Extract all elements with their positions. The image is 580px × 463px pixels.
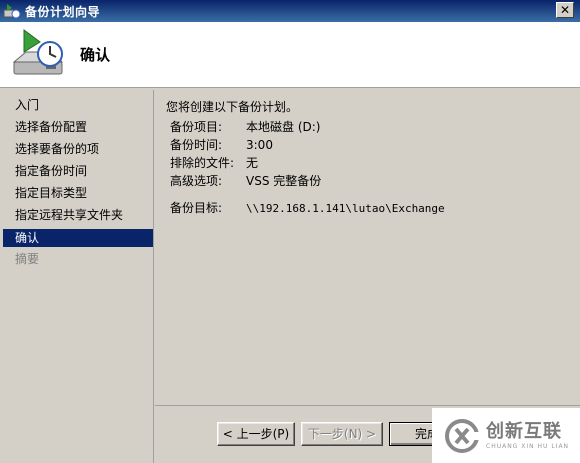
close-icon: ✕ — [559, 3, 571, 17]
confirmation-panel: 您将创建以下备份计划。 备份项目: 本地磁盘 (D:) 备份时间: 3:00 排除的… — [155, 90, 580, 406]
detail-row-excluded-files: 排除的文件: 无 — [170, 155, 258, 171]
detail-value: 3:00 — [246, 138, 273, 152]
detail-row-backup-time: 备份时间: 3:00 — [170, 137, 273, 153]
backup-drive-clock-icon — [10, 28, 66, 84]
step-summary: 摘要 — [15, 252, 40, 266]
watermark-subtext: CHUANG XIN HU LIAN — [486, 442, 570, 450]
title-bar: 备份计划向导 ✕ — [0, 0, 580, 22]
step-remote-shared-folder[interactable]: 指定远程共享文件夹 — [3, 206, 153, 224]
page-title: 确认 — [80, 46, 111, 64]
step-backup-time[interactable]: 指定备份时间 — [3, 162, 153, 180]
close-button[interactable]: ✕ — [556, 2, 574, 18]
watermark-text: 创新互联 — [486, 420, 562, 442]
brand-logo-icon — [444, 418, 480, 454]
detail-label: 备份项目: — [170, 120, 223, 134]
step-select-items[interactable]: 选择要备份的项 — [3, 140, 153, 158]
detail-row-backup-target: 备份目标: \\192.168.1.141\lutao\Exchange — [170, 200, 445, 216]
backup-schedule-wizard-window: 备份计划向导 ✕ 确认 入门 选择备份配置 选择要备份的项 指定备份时间 指定目… — [0, 0, 580, 463]
detail-value: 本地磁盘 (D:) — [246, 120, 321, 134]
back-button[interactable]: < 上一步(P) — [217, 422, 295, 446]
backup-app-icon — [3, 2, 21, 20]
wizard-step-list: 入门 选择备份配置 选择要备份的项 指定备份时间 指定目标类型 指定远程共享文件… — [0, 90, 154, 463]
detail-label: 排除的文件: — [170, 156, 235, 170]
detail-label: 高级选项: — [170, 174, 223, 188]
detail-value: \\192.168.1.141\lutao\Exchange — [246, 202, 445, 215]
window-title: 备份计划向导 — [25, 4, 101, 19]
detail-label: 备份目标: — [170, 201, 223, 215]
watermark-logo: 创新互联 CHUANG XIN HU LIAN — [432, 408, 580, 463]
intro-text: 您将创建以下备份计划。 — [166, 100, 299, 114]
detail-label: 备份时间: — [170, 138, 223, 152]
step-destination-type[interactable]: 指定目标类型 — [3, 184, 153, 202]
detail-row-backup-items: 备份项目: 本地磁盘 (D:) — [170, 119, 320, 135]
step-getting-started[interactable]: 入门 — [3, 96, 153, 114]
step-confirmation[interactable]: 确认 — [3, 229, 153, 247]
step-backup-configuration[interactable]: 选择备份配置 — [3, 118, 153, 136]
detail-row-advanced-options: 高级选项: VSS 完整备份 — [170, 173, 321, 189]
detail-value: VSS 完整备份 — [246, 174, 322, 188]
detail-value: 无 — [246, 156, 259, 170]
wizard-header: 确认 — [0, 22, 580, 88]
next-button: 下一步(N) > — [301, 422, 383, 446]
